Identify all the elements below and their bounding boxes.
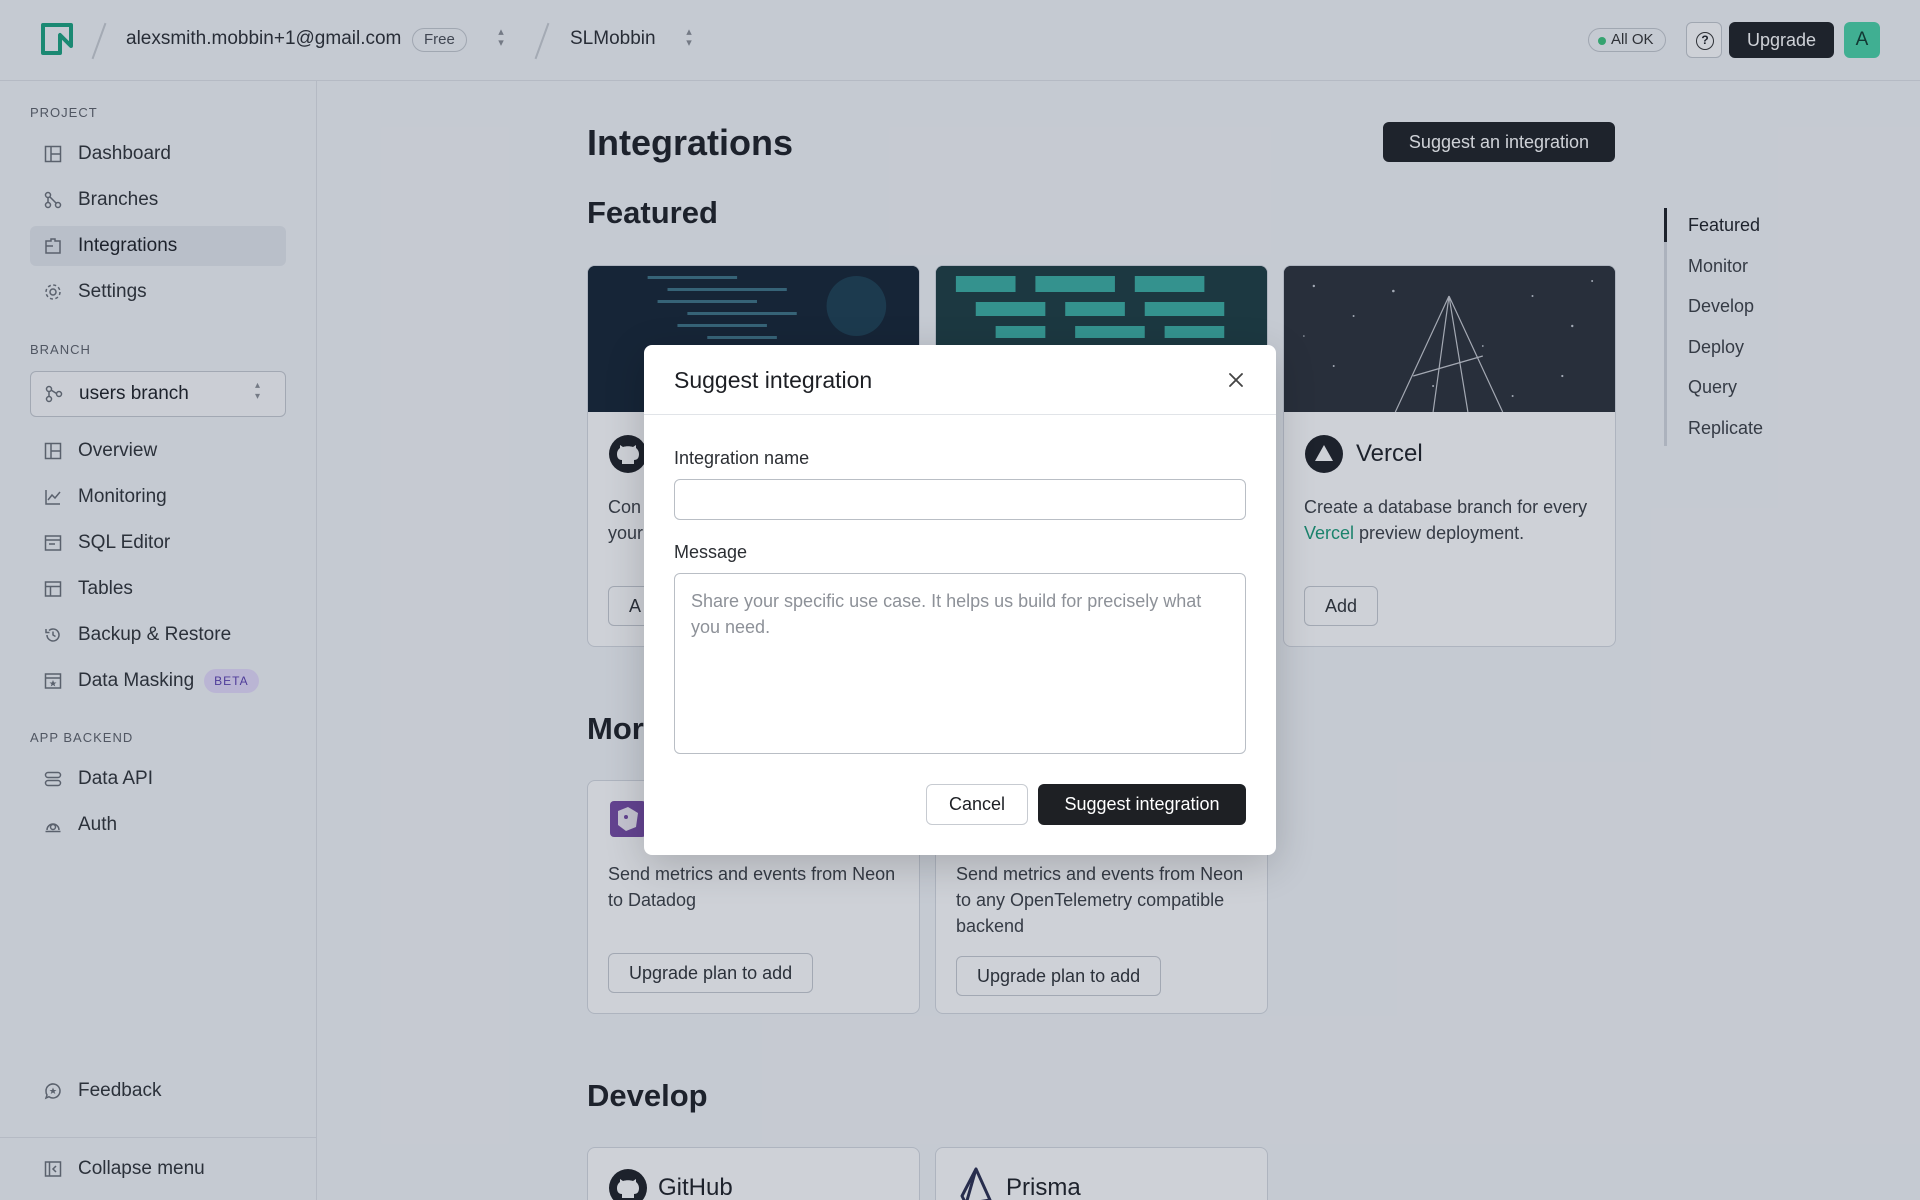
- dialog-header: Suggest integration: [644, 345, 1276, 415]
- dialog-title: Suggest integration: [674, 367, 873, 393]
- cancel-button[interactable]: Cancel: [926, 784, 1028, 825]
- integration-name-input[interactable]: [674, 479, 1246, 520]
- close-icon[interactable]: [1224, 368, 1248, 392]
- message-textarea[interactable]: [674, 573, 1246, 754]
- message-label: Message: [674, 542, 748, 562]
- integration-name-label: Integration name: [674, 448, 810, 468]
- submit-suggestion-button[interactable]: Suggest integration: [1038, 784, 1246, 825]
- suggest-integration-dialog: Suggest integration Integration name Mes…: [644, 345, 1276, 855]
